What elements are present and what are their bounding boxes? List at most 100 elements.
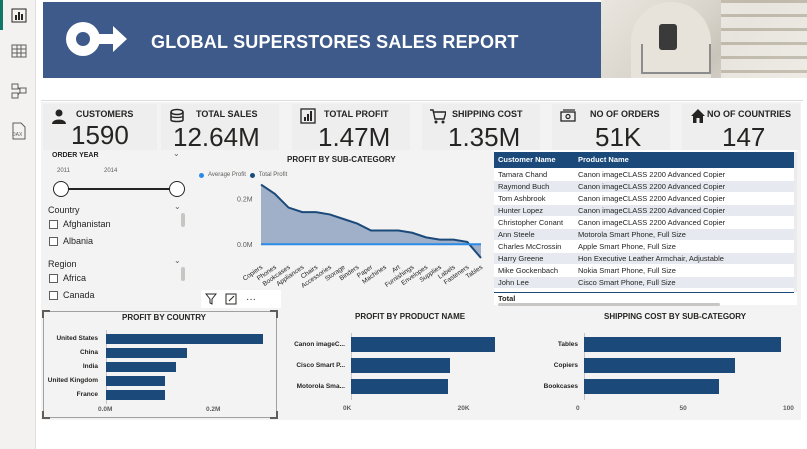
kpi-total-sales[interactable]: TOTAL SALES 12.64M [161,104,279,152]
bar[interactable] [106,390,166,400]
table-view-icon[interactable] [8,40,30,62]
category-label: China [79,349,98,356]
kpi-shipping-cost[interactable]: SHIPPING COST 1.35M [422,104,540,152]
product-cell: Canon imageCLASS 2200 Advanced Copier [578,194,726,203]
report-title: GLOBAL SUPERSTORES SALES REPORT [151,32,519,52]
chevron-down-icon[interactable]: ⌄ [174,256,181,265]
kpi-value: 1.35M [448,122,521,152]
option-label: Albania [63,236,94,246]
option-label: Canada [63,290,95,300]
table-horizontal-scrollbar[interactable] [498,303,720,306]
chevron-down-icon[interactable]: ⌄ [173,149,180,158]
year-slider-max-handle[interactable] [169,181,185,197]
kpi-value: 147 [722,122,766,152]
more-options-icon[interactable]: ··· [241,290,261,308]
table-row[interactable]: Mike Gockenbach Nokia Smart Phone, Full S… [494,265,797,276]
country-option[interactable]: Albania [49,236,93,246]
table-vertical-scrollbar[interactable] [794,152,797,292]
brand-logo-icon [66,22,127,56]
table-row[interactable]: Raymond Buch Canon imageCLASS 2200 Advanc… [494,181,797,192]
table-row[interactable]: Tamara Chand Canon imageCLASS 2200 Advanc… [494,169,797,180]
product-cell: Canon imageCLASS 2200 Advanced Copier [578,218,726,227]
y-tick-label: 0.2M [237,196,253,203]
product-cell: Canon imageCLASS 2200 Advanced Copier [578,206,726,215]
category-label: France [76,391,98,398]
year-slider-track[interactable] [54,188,170,190]
kpi-value: 1.47M [318,122,391,152]
kpi-total-profit[interactable]: TOTAL PROFIT 1.47M [292,104,410,152]
x-tick-label: 0.0M [98,406,113,413]
table-header: Customer Name Product Name [494,152,797,168]
country-option[interactable]: Afghanistan [49,219,111,229]
customer-cell: Raymond Buch [498,182,550,191]
table-row[interactable]: Ann Steele Motorola Smart Phone, Full Siz… [494,229,797,240]
chevron-down-icon[interactable]: ⌄ [174,202,181,211]
kpi-countries[interactable]: NO OF COUNTRIES 147 [682,104,800,152]
resize-handle[interactable] [42,310,50,318]
category-label: Bookcases [543,382,578,390]
country-scrollbar[interactable] [181,213,185,227]
bar[interactable] [351,379,449,394]
checkbox[interactable] [49,290,58,300]
region-option[interactable]: Canada [49,290,95,300]
home-icon [691,109,705,123]
kpi-orders[interactable]: NO OF ORDERS 51K [552,104,670,152]
report-header: GLOBAL SUPERSTORES SALES REPORT [43,2,601,78]
year-max-label: 2014 [104,168,118,174]
region-option[interactable]: Africa [49,273,86,283]
category-label: India [82,363,98,370]
bar[interactable] [351,358,450,373]
x-tick-label: 50 [679,405,687,412]
customer-cell: Hunter Lopez [498,206,544,215]
bar[interactable] [106,334,263,344]
resize-handle[interactable] [42,411,50,419]
chart-title: SHIPPING COST BY SUB-CATEGORY [604,312,747,321]
checkbox[interactable] [49,219,58,229]
table-row[interactable]: John Lee Cisco Smart Phone, Full Size [494,277,797,288]
customer-cell: Harry Greene [498,254,544,263]
bar[interactable] [584,337,781,352]
shipping-cost-by-subcategory-card[interactable]: SHIPPING COST BY SUB-CATEGORY Tables Copie… [540,311,801,418]
year-slider-min-handle[interactable] [53,181,69,197]
profit-by-subcategory-card[interactable]: PROFIT BY SUB-CATEGORY Average Profit To… [189,150,492,290]
person-icon [52,109,66,124]
table-row[interactable]: Charles McCrossin Apple Smart Phone, Full… [494,241,797,252]
view-rail: DAX [0,0,36,449]
column-header-customer[interactable]: Customer Name [498,155,556,164]
filter-icon[interactable] [201,290,221,308]
region-scrollbar[interactable] [181,267,185,281]
dax-query-icon[interactable]: DAX [8,120,30,142]
product-cell: Canon imageCLASS 2200 Advanced Copier [578,170,726,179]
bar[interactable] [351,337,496,352]
bar[interactable] [584,358,736,373]
model-view-icon[interactable] [8,80,30,102]
checkbox[interactable] [49,273,58,283]
product-cell: Apple Smart Phone, Full Size [578,242,676,251]
report-view-icon[interactable] [8,4,30,26]
profit-by-country-card[interactable]: PROFIT BY COUNTRY United States China India… [42,310,278,419]
bar[interactable] [106,376,166,386]
table-row[interactable]: Tom Ashbrook Canon imageCLASS 2200 Advanc… [494,193,797,204]
table-row[interactable]: Hunter Lopez Canon imageCLASS 2200 Advanc… [494,205,797,216]
column-header-product[interactable]: Product Name [578,155,629,164]
bar[interactable] [106,362,177,372]
kpi-label: NO OF COUNTRIES [707,109,792,119]
resize-handle[interactable] [270,310,278,318]
focus-mode-icon[interactable] [221,290,241,308]
profit-by-product-card[interactable]: PROFIT BY PRODUCT NAME Canon imageC... Cis… [283,311,536,418]
chart-title: PROFIT BY PRODUCT NAME [355,312,466,321]
category-label: United Kingdom [47,377,98,384]
bar[interactable] [106,348,187,358]
bar[interactable] [584,379,719,394]
bar-chart-icon [300,108,316,124]
x-tick-label: 100 [783,405,794,412]
customer-product-table[interactable]: Customer Name Product Name Tamara Chand C… [494,150,797,306]
table-row[interactable]: Harry Greene Hon Executive Leather Armcha… [494,253,797,264]
resize-handle[interactable] [270,411,278,419]
category-label: Copiers [553,361,578,369]
kpi-customers[interactable]: CUSTOMERS 1590 [43,104,157,150]
product-cell: Cisco Smart Phone, Full Size [578,278,676,287]
checkbox[interactable] [49,236,58,246]
table-row[interactable]: Christopher Conant Canon imageCLASS 2200 … [494,217,797,228]
header-divider [41,100,803,101]
